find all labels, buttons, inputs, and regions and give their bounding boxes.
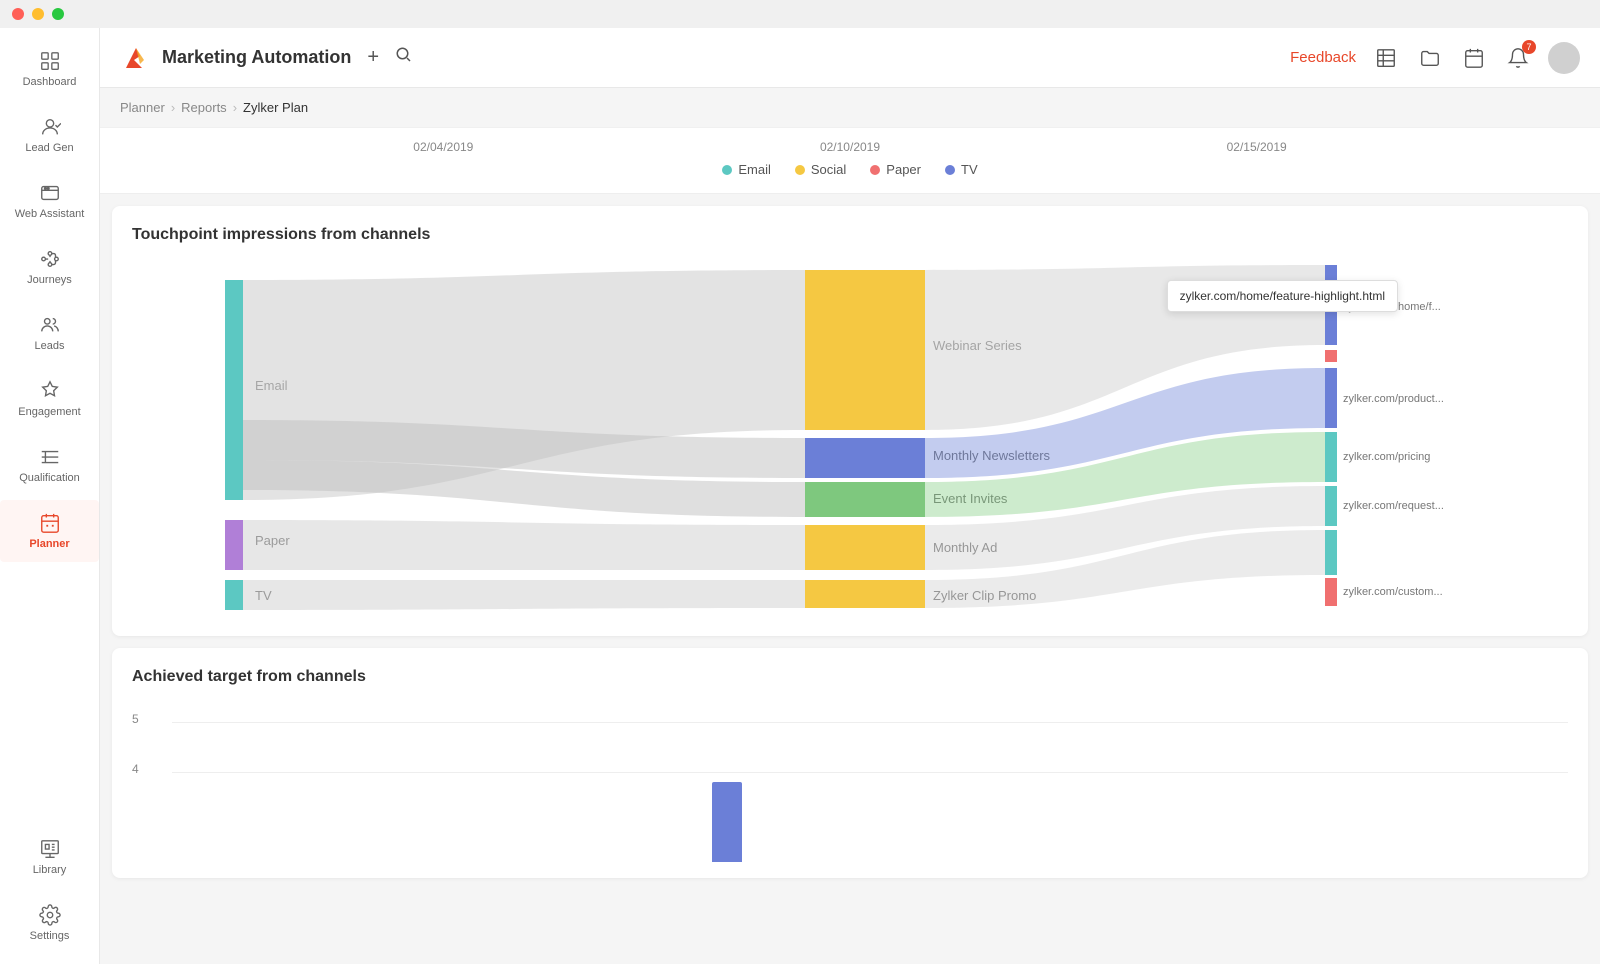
legend-paper: Paper	[870, 162, 921, 177]
web-assistant-icon	[39, 182, 61, 204]
achieved-bar	[712, 782, 742, 862]
grid-line-4	[172, 772, 1568, 773]
achieved-title: Achieved target from channels	[132, 668, 1568, 686]
sidebar-item-leads[interactable]: Leads	[0, 302, 99, 364]
url-bar-3	[1325, 432, 1337, 482]
leads-icon	[39, 314, 61, 336]
search-button[interactable]	[395, 46, 413, 69]
table-view-icon[interactable]	[1372, 44, 1400, 72]
notification-badge: 7	[1522, 40, 1536, 54]
tv-source-bar	[225, 580, 243, 610]
zylker-clip-bar	[805, 580, 925, 608]
url-label-2: zylker.com/product...	[1343, 393, 1444, 405]
monthly-newsletters-bar	[805, 438, 925, 478]
calendar-icon[interactable]	[1460, 44, 1488, 72]
url-bar-1b	[1325, 350, 1337, 362]
url-label-1: zylker.com/home/f...	[1343, 301, 1441, 313]
email-source-bar	[225, 280, 243, 500]
dashboard-icon	[39, 50, 61, 72]
legend-tv: TV	[945, 162, 978, 177]
paper-source-bar	[225, 520, 243, 570]
breadcrumb-current: Zylker Plan	[243, 100, 308, 115]
touchpoint-title: Touchpoint impressions from channels	[132, 226, 1568, 244]
lead-gen-icon	[39, 116, 61, 138]
event-invites-bar	[805, 482, 925, 517]
url-bar-4	[1325, 486, 1337, 526]
y-axis-5: 5	[132, 712, 139, 726]
title-bar	[0, 0, 1600, 28]
maximize-button[interactable]	[52, 8, 64, 20]
search-icon	[395, 46, 413, 64]
url-label-4: zylker.com/request...	[1343, 500, 1444, 512]
url-bar-2	[1325, 368, 1337, 428]
legend-email: Email	[722, 162, 771, 177]
sidebar-item-dashboard[interactable]: Dashboard	[0, 38, 99, 100]
flow-tv-clip	[243, 580, 805, 610]
y-axis-4: 4	[132, 762, 139, 776]
breadcrumb: Planner › Reports › Zylker Plan	[100, 88, 1600, 128]
achieved-chart: 5 4	[132, 702, 1568, 862]
settings-icon	[39, 904, 61, 926]
journeys-icon	[39, 248, 61, 270]
library-icon	[39, 838, 61, 860]
sidebar-item-qualification[interactable]: Qualification	[0, 434, 99, 496]
sankey-svg: Webinar Series Monthly Newsletters Event…	[132, 260, 1568, 620]
breadcrumb-planner[interactable]: Planner	[120, 100, 165, 115]
legend-dot-social	[795, 165, 805, 175]
app-title: Marketing Automation	[120, 42, 351, 74]
grid-line-5	[172, 722, 1568, 723]
breadcrumb-reports[interactable]: Reports	[181, 100, 227, 115]
monthly-ad-bar	[805, 525, 925, 570]
sidebar-item-lead-gen[interactable]: Lead Gen	[0, 104, 99, 166]
notifications-icon[interactable]: 7	[1504, 44, 1532, 72]
timeline-bar: 02/04/2019 02/10/2019 02/15/2019 Email S…	[100, 128, 1600, 194]
legend-dot-tv	[945, 165, 955, 175]
sidebar-item-journeys[interactable]: Journeys	[0, 236, 99, 298]
touchpoint-section: Touchpoint impressions from channels	[112, 206, 1588, 636]
chart-legend: Email Social Paper TV	[120, 154, 1580, 185]
folder-icon[interactable]	[1416, 44, 1444, 72]
main-content: Planner › Reports › Zylker Plan 02/04/20…	[100, 88, 1600, 964]
sidebar-item-library[interactable]: Library	[0, 826, 99, 888]
sidebar-item-settings[interactable]: Settings	[0, 892, 99, 954]
legend-dot-email	[722, 165, 732, 175]
url-bar-6	[1325, 578, 1337, 606]
url-label-5: zylker.com/custom...	[1343, 586, 1443, 598]
planner-icon	[39, 512, 61, 534]
legend-social: Social	[795, 162, 846, 177]
app-logo-icon	[120, 42, 152, 74]
feedback-button[interactable]: Feedback	[1290, 49, 1356, 66]
url-bar-1	[1325, 265, 1337, 345]
sankey-chart: Webinar Series Monthly Newsletters Event…	[132, 260, 1568, 620]
webinar-series-bar	[805, 270, 925, 430]
flow-paper-ad	[243, 520, 805, 570]
app-container: Dashboard Lead Gen Web Assistant	[0, 28, 1600, 964]
user-avatar[interactable]	[1548, 42, 1580, 74]
sidebar-item-planner[interactable]: Planner	[0, 500, 99, 562]
sidebar-item-engagement[interactable]: Engagement	[0, 368, 99, 430]
sidebar-item-web-assistant[interactable]: Web Assistant	[0, 170, 99, 232]
url-bar-5	[1325, 530, 1337, 575]
qualification-icon	[39, 446, 61, 468]
legend-dot-paper	[870, 165, 880, 175]
minimize-button[interactable]	[32, 8, 44, 20]
engagement-icon	[39, 380, 61, 402]
close-button[interactable]	[12, 8, 24, 20]
sidebar: Dashboard Lead Gen Web Assistant	[0, 28, 100, 964]
url-label-3: zylker.com/pricing	[1343, 451, 1430, 463]
app-header: Marketing Automation + Feedback	[100, 28, 1600, 88]
timeline-dates: 02/04/2019 02/10/2019 02/15/2019	[120, 136, 1580, 154]
add-button[interactable]: +	[367, 46, 379, 69]
achieved-section: Achieved target from channels 5 4	[112, 648, 1588, 878]
